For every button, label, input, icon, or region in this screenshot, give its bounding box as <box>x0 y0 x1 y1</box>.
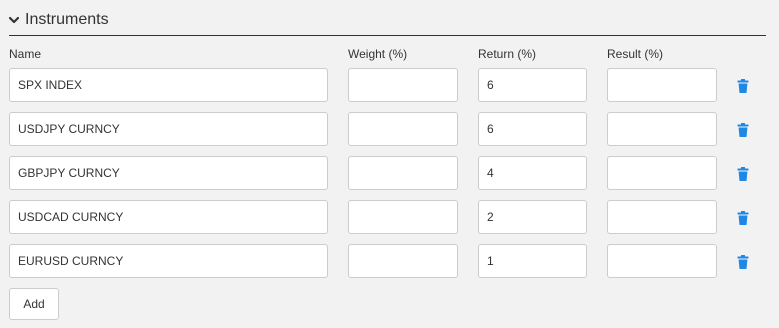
trash-icon[interactable] <box>736 79 750 93</box>
instrument-name-input[interactable] <box>9 156 328 190</box>
section-title: Instruments <box>25 11 109 28</box>
column-header-return: Return (%) <box>478 47 537 61</box>
column-header-name: Name <box>9 47 42 61</box>
return-input[interactable] <box>478 68 587 102</box>
result-input[interactable] <box>607 200 717 234</box>
chevron-down-icon <box>9 16 19 24</box>
instrument-name-input[interactable] <box>9 200 328 234</box>
instruments-panel: Instruments Name Weight (%) Return (%) R… <box>0 0 779 328</box>
weight-input[interactable] <box>348 68 458 102</box>
result-input[interactable] <box>607 244 717 278</box>
weight-input[interactable] <box>348 244 458 278</box>
trash-icon[interactable] <box>736 211 750 225</box>
instrument-name-input[interactable] <box>9 68 328 102</box>
return-input[interactable] <box>478 244 587 278</box>
weight-input[interactable] <box>348 200 458 234</box>
add-instrument-button[interactable]: Add <box>9 288 59 320</box>
weight-input[interactable] <box>348 156 458 190</box>
weight-input[interactable] <box>348 112 458 146</box>
trash-icon[interactable] <box>736 255 750 269</box>
result-input[interactable] <box>607 112 717 146</box>
result-input[interactable] <box>607 68 717 102</box>
trash-icon[interactable] <box>736 123 750 137</box>
trash-icon[interactable] <box>736 167 750 181</box>
column-header-result: Result (%) <box>607 47 664 61</box>
instrument-name-input[interactable] <box>9 244 328 278</box>
result-input[interactable] <box>607 156 717 190</box>
return-input[interactable] <box>478 200 587 234</box>
return-input[interactable] <box>478 156 587 190</box>
instruments-section-header[interactable]: Instruments <box>9 8 766 36</box>
column-header-weight: Weight (%) <box>348 47 408 61</box>
instrument-name-input[interactable] <box>9 112 328 146</box>
return-input[interactable] <box>478 112 587 146</box>
